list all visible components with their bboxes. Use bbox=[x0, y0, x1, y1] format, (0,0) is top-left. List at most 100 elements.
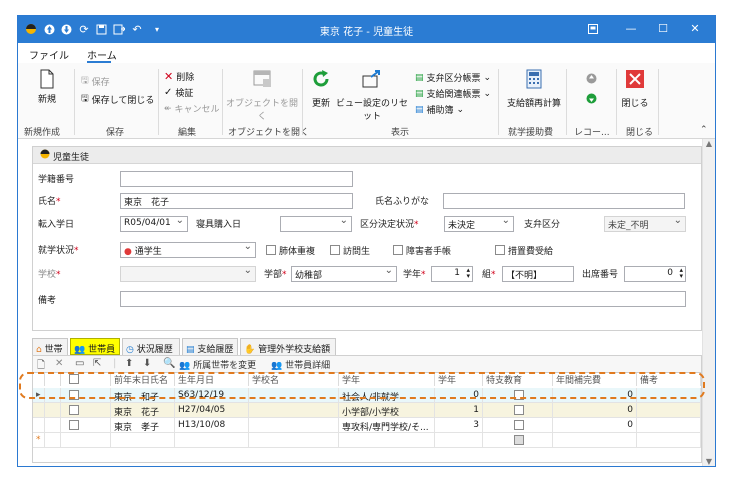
dept-select[interactable]: 幼稚部 bbox=[291, 266, 397, 282]
maximize-icon[interactable]: ☐ bbox=[654, 21, 672, 37]
measure-checkbox[interactable] bbox=[495, 245, 505, 255]
close-button[interactable]: 閉じる bbox=[621, 69, 649, 109]
view-reset-button[interactable]: ビュー設定のリセット bbox=[336, 69, 408, 122]
shiben-select[interactable]: 未定_不明 bbox=[604, 216, 686, 232]
cell-amount[interactable] bbox=[553, 433, 637, 448]
group-close-label: 閉じる bbox=[626, 128, 654, 138]
close-window-icon[interactable]: ✕ bbox=[686, 21, 704, 37]
new-button[interactable]: 新規 bbox=[32, 69, 62, 105]
cell-note[interactable] bbox=[637, 418, 701, 433]
visit-checkbox[interactable] bbox=[330, 245, 340, 255]
vertical-scrollbar[interactable]: ▲ ▼ bbox=[702, 139, 715, 466]
transfer-date-picker[interactable]: R05/04/01 bbox=[120, 216, 188, 232]
grade-stepper[interactable]: 1 ▴ ▾ bbox=[431, 266, 473, 282]
tab-household[interactable]: ⌂ 世帯 bbox=[32, 338, 68, 355]
note-input[interactable] bbox=[120, 291, 686, 307]
move-down-icon[interactable]: ⬇ bbox=[143, 358, 151, 369]
cell-grade[interactable] bbox=[435, 433, 483, 448]
dorm-date-picker[interactable] bbox=[280, 216, 352, 232]
decision-select[interactable]: 未決定 bbox=[444, 216, 514, 232]
status-select[interactable]: ● 通学生 bbox=[120, 242, 256, 258]
cancel-button[interactable]: ↞ キャンセル bbox=[164, 102, 220, 116]
save-row-icon[interactable]: ▭ bbox=[75, 358, 84, 369]
table-row[interactable]: 東京 孝子 H13/10/08 専攻科/専門学校/そ... 3 0 bbox=[33, 418, 701, 433]
class-input[interactable]: 【不明】 bbox=[502, 266, 574, 282]
cell-dob[interactable]: H13/10/08 bbox=[175, 418, 249, 433]
restore-view-icon[interactable] bbox=[584, 21, 602, 37]
student-no-input[interactable] bbox=[120, 171, 353, 187]
cell-special[interactable] bbox=[483, 403, 553, 418]
cell-dob[interactable]: H27/04/05 bbox=[175, 403, 249, 418]
name-kana-input[interactable] bbox=[443, 193, 685, 209]
special-checkbox-indeterminate[interactable] bbox=[514, 435, 524, 445]
cell-grade[interactable]: 3 bbox=[435, 418, 483, 433]
search-icon[interactable]: 🔍 bbox=[163, 358, 175, 369]
row-check-cell[interactable] bbox=[61, 433, 111, 448]
dropdown-arrow-icon: ⌄ bbox=[483, 72, 492, 83]
special-checkbox[interactable] bbox=[514, 405, 524, 415]
cell-school[interactable] bbox=[249, 418, 339, 433]
new-row[interactable]: * bbox=[33, 433, 701, 448]
tab-external-school[interactable]: ✋ 管理外学校支給額 bbox=[240, 338, 336, 355]
panel-header[interactable]: 児童生徒 bbox=[33, 147, 701, 164]
save-close-button[interactable]: 🖫 保存して閉じる bbox=[81, 91, 154, 107]
cell-amount[interactable]: 0 bbox=[553, 418, 637, 433]
cell-name[interactable]: 東京 花子 bbox=[111, 403, 175, 418]
handicap-checkbox[interactable] bbox=[393, 245, 403, 255]
row-checkbox[interactable] bbox=[69, 420, 79, 430]
save-button[interactable]: 🖫 保存 bbox=[81, 73, 110, 89]
open-object-button[interactable]: オブジェクトを開く bbox=[226, 69, 298, 122]
menu-home[interactable]: ホーム bbox=[87, 47, 117, 62]
minimize-icon[interactable]: — bbox=[622, 21, 640, 37]
report-shikyu-button[interactable]: ▤ 支給関連帳票 ⌄ bbox=[415, 87, 491, 101]
tab-status-history[interactable]: ◷ 状況履歴 bbox=[122, 338, 180, 355]
record-down-button[interactable] bbox=[586, 93, 597, 104]
move-up-icon[interactable]: ⬆ bbox=[125, 358, 133, 369]
cell-note[interactable] bbox=[637, 403, 701, 418]
cell-grade-name[interactable] bbox=[339, 433, 435, 448]
delete-row-icon[interactable]: ✕ bbox=[55, 358, 63, 369]
row-selector[interactable] bbox=[45, 433, 61, 448]
stepper-arrows-icon[interactable]: ▴ ▾ bbox=[679, 267, 683, 280]
subsidiary-book-button[interactable]: ▤ 補助簿 ⌄ bbox=[415, 103, 464, 117]
row-selector[interactable] bbox=[45, 403, 61, 418]
school-select[interactable] bbox=[120, 266, 256, 282]
report-shiben-button[interactable]: ▤ 支弁区分帳票 ⌄ bbox=[415, 71, 492, 85]
cell-grade-name[interactable]: 専攻科/専門学校/そ... bbox=[339, 418, 435, 433]
cell-dob[interactable] bbox=[175, 433, 249, 448]
record-up-button[interactable] bbox=[586, 73, 597, 84]
stepper-arrows-icon[interactable]: ▴ ▾ bbox=[466, 267, 470, 280]
cell-grade[interactable]: 1 bbox=[435, 403, 483, 418]
table-row[interactable]: 東京 花子 H27/04/05 小学部/小学校 1 0 bbox=[33, 403, 701, 418]
collapse-ribbon-icon[interactable]: ⌃ bbox=[700, 125, 708, 135]
special-checkbox[interactable] bbox=[514, 420, 524, 430]
export-icon[interactable]: ⇱ bbox=[93, 358, 101, 369]
cell-school[interactable] bbox=[249, 433, 339, 448]
cell-note[interactable] bbox=[637, 433, 701, 448]
cell-name[interactable]: 東京 孝子 bbox=[111, 418, 175, 433]
tb-checkbox[interactable] bbox=[266, 245, 276, 255]
attend-no-stepper[interactable]: 0 ▴ ▾ bbox=[624, 266, 686, 282]
scroll-down-icon[interactable]: ▼ bbox=[703, 457, 715, 466]
tab-household-members[interactable]: 👥 世帯員 bbox=[70, 338, 120, 355]
cell-amount[interactable]: 0 bbox=[553, 403, 637, 418]
scroll-up-icon[interactable]: ▲ bbox=[703, 139, 715, 148]
refresh-button[interactable]: 更新 bbox=[308, 69, 334, 109]
delete-button[interactable]: ✕ 削除 bbox=[164, 70, 194, 83]
member-detail-button[interactable]: 👥 世帯員詳細 bbox=[271, 358, 330, 371]
cell-name[interactable] bbox=[111, 433, 175, 448]
row-check-cell[interactable] bbox=[61, 403, 111, 418]
row-checkbox[interactable] bbox=[69, 405, 79, 415]
name-input[interactable]: 東京 花子 bbox=[120, 193, 353, 209]
cell-special[interactable] bbox=[483, 433, 553, 448]
cell-school[interactable] bbox=[249, 403, 339, 418]
row-check-cell[interactable] bbox=[61, 418, 111, 433]
tab-payment-history[interactable]: ▤ 支給履歴 bbox=[182, 338, 238, 355]
change-household-button[interactable]: 👥 所属世帯を変更 bbox=[179, 358, 256, 371]
row-selector[interactable] bbox=[45, 418, 61, 433]
recalc-button[interactable]: 支給額再計算 bbox=[504, 69, 564, 109]
menu-file[interactable]: ファイル bbox=[29, 47, 69, 62]
verify-button[interactable]: ✓ 検証 bbox=[164, 86, 193, 99]
cell-grade-name[interactable]: 小学部/小学校 bbox=[339, 403, 435, 418]
cell-special[interactable] bbox=[483, 418, 553, 433]
